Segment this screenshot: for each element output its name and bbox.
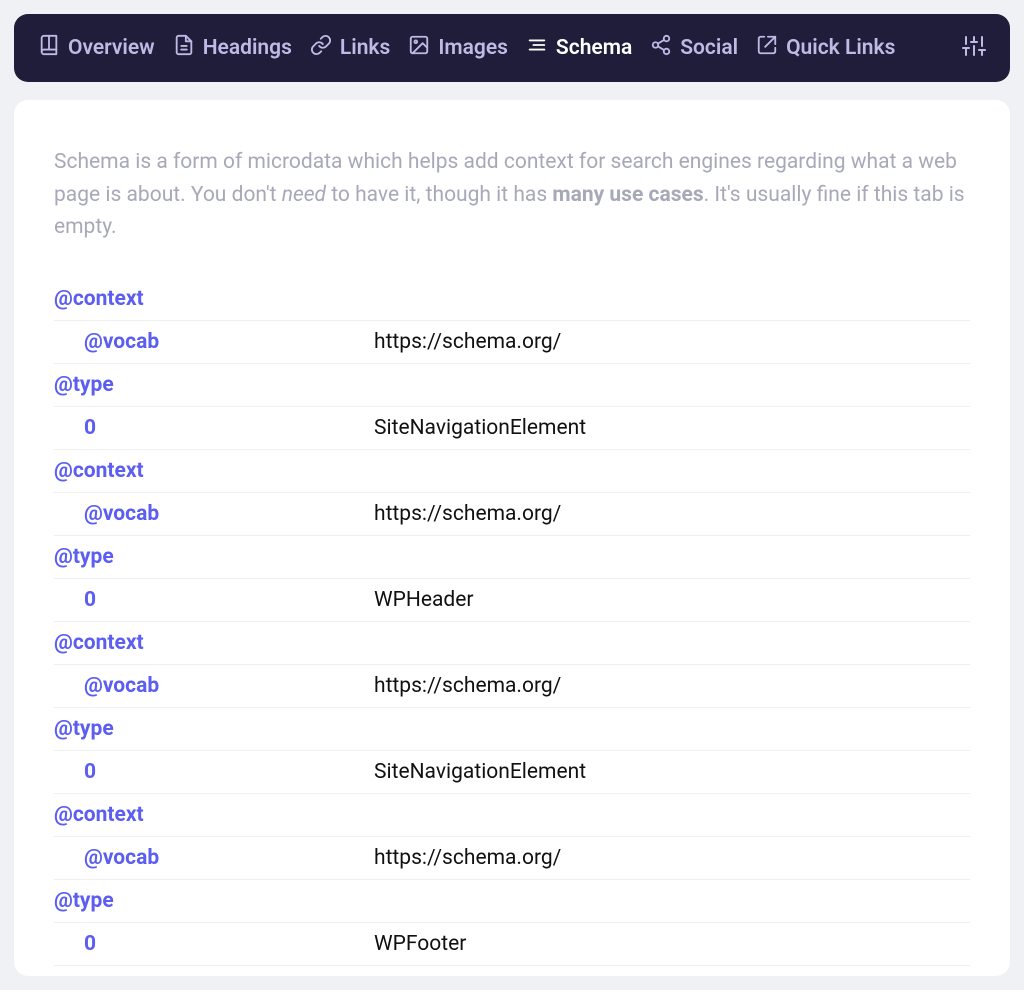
share-icon bbox=[650, 34, 672, 62]
schema-row: @vocabhttps://schema.org/ bbox=[54, 665, 970, 708]
file-text-icon bbox=[173, 34, 195, 62]
schema-value: https://schema.org/ bbox=[374, 502, 561, 526]
tab-social[interactable]: Social bbox=[650, 34, 738, 62]
schema-key: @vocab bbox=[54, 330, 374, 354]
schema-key: @context bbox=[54, 803, 374, 827]
tab-links[interactable]: Links bbox=[310, 34, 390, 62]
schema-key: 0 bbox=[54, 932, 374, 956]
intro-segment: to have it, though it has bbox=[326, 183, 552, 207]
image-icon bbox=[408, 34, 430, 62]
tab-label: Overview bbox=[68, 36, 155, 60]
schema-row: @vocabhttps://schema.org/ bbox=[54, 321, 970, 364]
schema-key: @context bbox=[54, 631, 374, 655]
tab-label: Images bbox=[438, 36, 508, 60]
schema-row: @type bbox=[54, 708, 970, 751]
schema-row: 0WPHeader bbox=[54, 579, 970, 622]
sliders-icon bbox=[962, 34, 986, 62]
tab-schema[interactable]: Schema bbox=[526, 34, 632, 62]
schema-key: @type bbox=[54, 889, 374, 913]
schema-row: @type bbox=[54, 880, 970, 923]
schema-key: 0 bbox=[54, 760, 374, 784]
tab-images[interactable]: Images bbox=[408, 34, 508, 62]
schema-key: @type bbox=[54, 373, 374, 397]
schema-key: @vocab bbox=[54, 846, 374, 870]
external-link-icon bbox=[756, 34, 778, 62]
schema-row: @vocabhttps://schema.org/ bbox=[54, 493, 970, 536]
schema-row: @type bbox=[54, 536, 970, 579]
tab-overview[interactable]: Overview bbox=[38, 34, 155, 62]
list-icon bbox=[526, 34, 548, 62]
tab-bar: Overview Headings Links Images Schema So… bbox=[14, 14, 1010, 82]
schema-key: @vocab bbox=[54, 674, 374, 698]
tab-label: Quick Links bbox=[786, 36, 895, 60]
tab-headings[interactable]: Headings bbox=[173, 34, 292, 62]
intro-text: Schema is a form of microdata which help… bbox=[54, 146, 970, 244]
schema-key: @type bbox=[54, 717, 374, 741]
schema-key: 0 bbox=[54, 416, 374, 440]
schema-row: @context bbox=[54, 622, 970, 665]
schema-row: @context bbox=[54, 450, 970, 493]
schema-value: WPHeader bbox=[374, 588, 474, 612]
schema-value: SiteNavigationElement bbox=[374, 760, 586, 784]
schema-list: @context@vocabhttps://schema.org/@type0S… bbox=[54, 278, 970, 966]
schema-value: SiteNavigationElement bbox=[374, 416, 586, 440]
content-panel: Schema is a form of microdata which help… bbox=[14, 100, 1010, 976]
schema-key: 0 bbox=[54, 588, 374, 612]
schema-value: https://schema.org/ bbox=[374, 846, 561, 870]
schema-value: https://schema.org/ bbox=[374, 674, 561, 698]
schema-key: @context bbox=[54, 287, 374, 311]
tab-quicklinks[interactable]: Quick Links bbox=[756, 34, 895, 62]
schema-row: @context bbox=[54, 278, 970, 321]
book-icon bbox=[38, 34, 60, 62]
schema-key: @type bbox=[54, 545, 374, 569]
tab-label: Links bbox=[340, 36, 390, 60]
settings-button[interactable] bbox=[962, 34, 986, 62]
tab-label: Headings bbox=[203, 36, 292, 60]
schema-row: 0SiteNavigationElement bbox=[54, 407, 970, 450]
intro-emphasis: need bbox=[282, 183, 326, 207]
schema-row: 0SiteNavigationElement bbox=[54, 751, 970, 794]
intro-bold: many use cases bbox=[552, 183, 703, 207]
tab-label: Social bbox=[680, 36, 738, 60]
schema-key: @context bbox=[54, 459, 374, 483]
tab-label: Schema bbox=[556, 36, 632, 60]
link-icon bbox=[310, 34, 332, 62]
schema-row: 0WPFooter bbox=[54, 923, 970, 966]
schema-value: https://schema.org/ bbox=[374, 330, 561, 354]
schema-row: @context bbox=[54, 794, 970, 837]
schema-row: @vocabhttps://schema.org/ bbox=[54, 837, 970, 880]
schema-key: @vocab bbox=[54, 502, 374, 526]
schema-value: WPFooter bbox=[374, 932, 466, 956]
schema-row: @type bbox=[54, 364, 970, 407]
